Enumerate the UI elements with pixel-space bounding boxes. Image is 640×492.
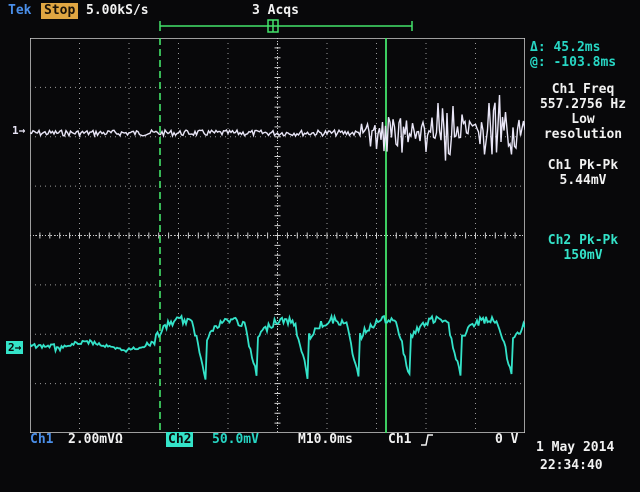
measurement-ch1-freq: Ch1 Freq 557.2756 Hz Low resolution [528, 82, 638, 142]
graticule-display [30, 38, 525, 433]
trigger-rising-edge-icon [421, 434, 433, 446]
trigger-source: Ch1 [388, 432, 412, 447]
graticule-grid [30, 38, 525, 433]
measurement-value: 557.2756 Hz [539, 97, 627, 112]
measurement-title: Ch1 Freq [551, 82, 615, 97]
ch1-label[interactable]: Ch1 [30, 432, 53, 447]
measurement-note: resolution [543, 127, 623, 142]
trigger-level: 0 V [495, 432, 519, 447]
date-label: 1 May 2014 [536, 440, 615, 455]
record-window-bracket [159, 19, 413, 33]
measurement-ch2-pkpk: Ch2 Pk-Pk 150mV [528, 233, 638, 263]
oscilloscope-screen: Tek Stop 5.00kS/s 3 Acqs 1→ 2→ Δ: 45.2ms… [0, 0, 640, 492]
timebase-label: M10.0ms [298, 432, 353, 447]
time-label: 22:34:40 [540, 458, 603, 473]
measurement-note: Low [571, 112, 595, 127]
ch1-ground-marker[interactable]: 1→ [12, 124, 25, 137]
measurement-title: Ch2 Pk-Pk [547, 233, 619, 248]
bottom-status-bar: Ch1 2.00mVΩ Ch2 50.0mV M10.0ms Ch1 0 V 1… [0, 430, 640, 492]
measurement-title: Ch1 Pk-Pk [547, 158, 619, 173]
ch2-scale: 50.0mV [212, 432, 259, 447]
cursor-position-readout: @: -103.8ms [530, 55, 617, 70]
ch1-scale: 2.00mVΩ [68, 432, 123, 447]
measurement-ch1-pkpk: Ch1 Pk-Pk 5.44mV [528, 158, 638, 188]
measurement-value: 5.44mV [559, 173, 607, 188]
ch2-label[interactable]: Ch2 [166, 432, 194, 447]
ch2-ground-marker[interactable]: 2→ [6, 341, 24, 354]
measurement-value: 150mV [563, 248, 603, 263]
cursor-delta-readout: Δ: 45.2ms [530, 40, 601, 55]
